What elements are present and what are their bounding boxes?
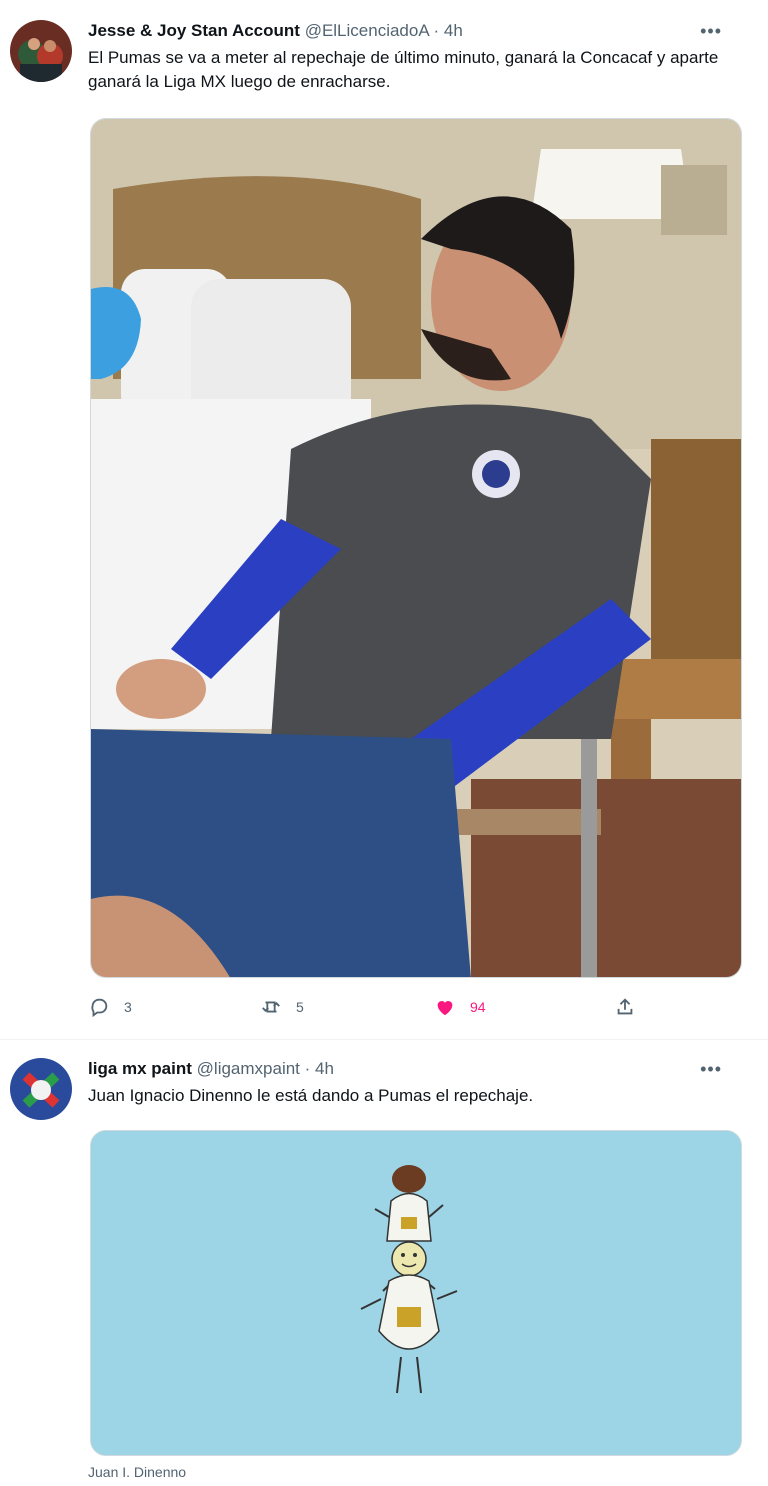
more-icon[interactable]: ••• [700, 1058, 722, 1080]
like-button[interactable]: 94 [434, 996, 486, 1018]
tweet[interactable]: liga mx paint @ligamxpaint · 4h ••• Juan… [0, 1040, 768, 1486]
retweet-count: 5 [296, 999, 304, 1015]
retweet-button[interactable]: 5 [260, 996, 304, 1018]
tweet-photo[interactable] [90, 118, 742, 978]
share-icon [617, 998, 633, 1015]
tweet[interactable]: Jesse & Joy Stan Account @ElLicenciadoA … [0, 0, 768, 1040]
tweet-header: liga mx paint @ligamxpaint · 4h ••• [88, 1058, 748, 1080]
retweet-icon [262, 1001, 280, 1013]
reply-button[interactable]: 3 [88, 996, 132, 1018]
tweet-drawing[interactable] [90, 1130, 742, 1456]
timestamp[interactable]: 4h [315, 1059, 334, 1078]
like-count: 94 [470, 999, 486, 1015]
avatar[interactable] [10, 1058, 72, 1120]
like-icon [437, 1001, 453, 1016]
media-caption: Juan I. Dinenno [88, 1464, 187, 1480]
timestamp[interactable]: 4h [444, 21, 463, 40]
user-handle[interactable]: @ElLicenciadoA [305, 21, 429, 40]
display-name[interactable]: Jesse & Joy Stan Account [88, 21, 300, 40]
user-handle[interactable]: @ligamxpaint [197, 1059, 300, 1078]
tweet-actions: 3 5 94 [88, 996, 648, 1024]
display-name[interactable]: liga mx paint [88, 1059, 192, 1078]
avatar[interactable] [10, 20, 72, 82]
reply-count: 3 [124, 999, 132, 1015]
more-icon[interactable]: ••• [700, 20, 722, 42]
tweet-text: El Pumas se va a meter al repechaje de ú… [88, 48, 719, 91]
reply-icon [91, 998, 108, 1018]
tweet-text: Juan Ignacio Dinenno le está dando a Pum… [88, 1086, 534, 1105]
share-button[interactable] [614, 996, 636, 1018]
separator: · [304, 1059, 311, 1078]
tweet-header: Jesse & Joy Stan Account @ElLicenciadoA … [88, 20, 748, 42]
separator: · [433, 21, 440, 40]
